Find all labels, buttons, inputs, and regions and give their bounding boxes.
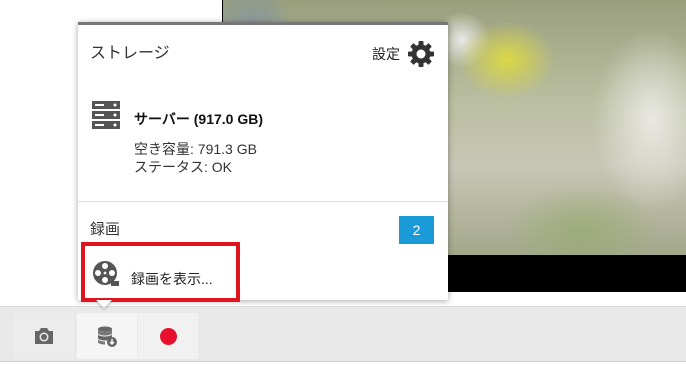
settings-button[interactable]: 設定 <box>372 39 436 69</box>
storage-button[interactable] <box>77 313 137 359</box>
recordings-title: 録画 <box>90 221 121 238</box>
recordings-count-badge: 2 <box>399 216 434 244</box>
server-free-space: 空き容量: 791.3 GB <box>134 141 257 157</box>
camera-button[interactable] <box>14 313 74 359</box>
video-letterbox <box>447 255 686 292</box>
popover-arrow <box>96 300 112 308</box>
settings-label: 設定 <box>372 46 400 62</box>
record-button[interactable] <box>138 313 198 359</box>
toolbar-border <box>0 361 686 362</box>
server-status: ステータス: OK <box>134 159 233 175</box>
view-recordings-link[interactable]: 録画を表示... <box>81 242 240 302</box>
record-icon <box>159 327 177 345</box>
server-name: サーバー (917.0 GB) <box>134 111 263 127</box>
gear-icon <box>408 41 434 67</box>
bottom-toolbar <box>0 306 686 362</box>
film-reel-icon <box>93 261 119 286</box>
server-icon <box>92 101 120 129</box>
storage-icon <box>98 326 117 347</box>
popover-title: ストレージ <box>90 45 170 62</box>
camera-icon <box>35 328 53 344</box>
view-recordings-label: 録画を表示... <box>131 271 213 287</box>
section-divider <box>78 201 448 202</box>
storage-popover: ストレージ 設定 サーバー (917.0 GB) 空き容量: 791.3 GB … <box>78 22 448 308</box>
